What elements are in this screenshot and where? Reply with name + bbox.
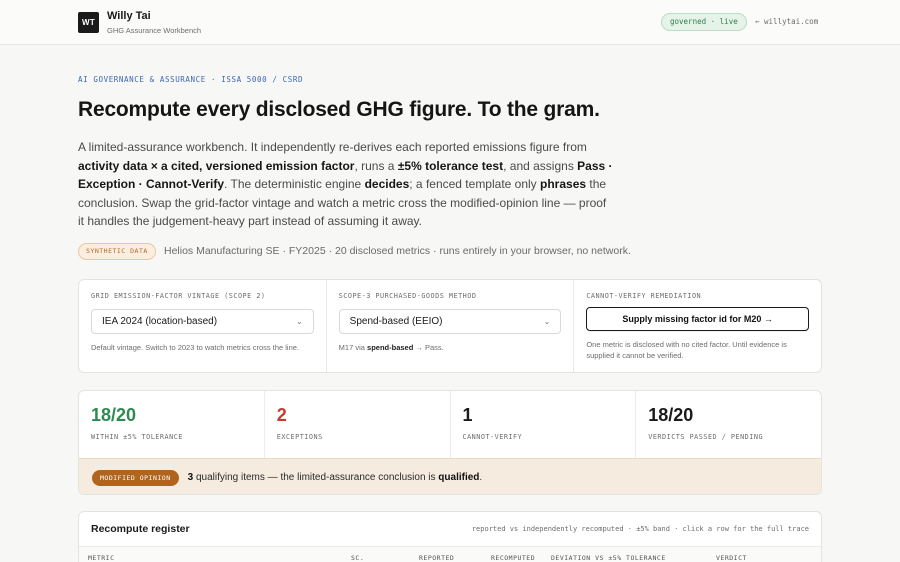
stats-panel: 18/20 WITHIN ±5% TOLERANCE 2 EXCEPTIONS … — [78, 390, 822, 495]
intro-segment: A limited-assurance workbench. It indepe… — [78, 140, 587, 154]
intro-segment: , and assigns — [503, 158, 578, 173]
intro-segment: decides — [364, 177, 410, 191]
opinion-text-end: . — [479, 472, 483, 483]
recompute-register: Recompute register reported vs independe… — [78, 511, 822, 562]
scope3-method-value: Spend-based (EEIO) — [349, 316, 443, 327]
intro-segment: activity data × a cited, versioned emiss… — [78, 158, 355, 173]
scope3-help-prefix: M17 via — [338, 343, 368, 352]
stat-label: VERDICTS PASSED / PENDING — [648, 433, 764, 441]
column-header-verdict[interactable]: VERDICT — [716, 554, 747, 562]
synthetic-data-badge: SYNTHETIC DATA — [78, 243, 156, 260]
register-title: Recompute register — [91, 523, 190, 535]
back-link[interactable]: ← willytai.com — [755, 17, 818, 26]
grid-factor-select[interactable]: IEA 2024 (location-based) ⌄ — [91, 309, 314, 334]
remediation-help: One metric is disclosed with no cited fa… — [586, 340, 787, 360]
stat-label: WITHIN ±5% TOLERANCE — [91, 433, 183, 441]
intro-segment: ; a fenced template only — [409, 177, 541, 191]
scope3-method-select[interactable]: Spend-based (EEIO) ⌄ — [338, 309, 562, 334]
remediation-control: CANNOT-VERIFY REMEDIATION Supply missing… — [574, 280, 821, 372]
remediation-label: CANNOT-VERIFY REMEDIATION — [586, 292, 702, 300]
intro-segment: ±5% tolerance test — [397, 158, 504, 173]
scope3-help-method: spend-based — [367, 343, 414, 352]
stat-label: CANNOT-VERIFY — [462, 433, 523, 441]
scope3-help-result: → Pass. — [413, 343, 444, 352]
intro-segment: , runs a — [354, 158, 398, 173]
opinion-text-mid: qualifying items — the limited-assurance… — [193, 472, 439, 483]
opinion-text: 3 qualifying items — the limited-assuran… — [188, 472, 483, 483]
grid-factor-control: GRID EMISSION-FACTOR VINTAGE (SCOPE 2) I… — [79, 280, 327, 372]
scope3-method-help: M17 via spend-based → Pass. — [339, 342, 562, 353]
column-header-scope[interactable]: SC. — [351, 554, 364, 562]
eyebrow: AI GOVERNANCE & ASSURANCE · ISSA 5000 / … — [78, 75, 304, 84]
stat-verdicts-passed: 18/20 VERDICTS PASSED / PENDING — [636, 391, 821, 458]
chevron-down-icon: ⌄ — [543, 317, 551, 326]
grid-factor-help: Default vintage. Switch to 2023 to watch… — [91, 343, 300, 352]
logo[interactable]: WT — [78, 12, 99, 33]
stat-within-tolerance: 18/20 WITHIN ±5% TOLERANCE — [79, 391, 265, 458]
stat-cannot-verify: 1 CANNOT-VERIFY — [451, 391, 637, 458]
page-title: Recompute every disclosed GHG figure. To… — [78, 98, 600, 121]
scope3-method-control: SCOPE-3 PURCHASED-GOODS METHOD Spend-bas… — [327, 280, 575, 372]
supply-factor-button[interactable]: Supply missing factor id for M20 → — [586, 307, 810, 331]
column-header-reported[interactable]: REPORTED — [419, 554, 454, 562]
brand-name: Willy Tai — [107, 10, 151, 22]
intro-segment: phrases — [540, 177, 587, 191]
column-header-metric[interactable]: METRIC — [88, 554, 114, 562]
stat-value: 2 — [276, 405, 287, 425]
controls-panel: GRID EMISSION-FACTOR VINTAGE (SCOPE 2) I… — [78, 279, 822, 373]
opinion-banner: MODIFIED OPINION 3 qualifying items — th… — [79, 459, 821, 494]
stat-value: 18/20 — [648, 405, 694, 425]
register-table-header: METRIC SC. REPORTED RECOMPUTED DEVIATION… — [79, 546, 821, 562]
column-header-recomputed[interactable]: RECOMPUTED — [491, 554, 535, 562]
status-badge: governed · live — [661, 13, 747, 31]
intro-paragraph: A limited-assurance workbench. It indepe… — [78, 138, 613, 231]
grid-factor-label: GRID EMISSION-FACTOR VINTAGE (SCOPE 2) — [91, 292, 266, 300]
modified-opinion-badge: MODIFIED OPINION — [92, 469, 179, 486]
top-bar: WT Willy Tai GHG Assurance Workbench gov… — [0, 0, 900, 45]
grid-factor-value: IEA 2024 (location-based) — [102, 316, 218, 327]
register-note: reported vs independently recomputed · ±… — [471, 525, 809, 533]
intro-segment: . The deterministic engine — [224, 177, 365, 191]
chevron-down-icon: ⌄ — [295, 317, 303, 326]
opinion-verdict: qualified — [438, 472, 480, 483]
stat-exceptions: 2 EXCEPTIONS — [265, 391, 451, 458]
brand-subtitle: GHG Assurance Workbench — [107, 26, 202, 35]
dataset-description: Helios Manufacturing SE · FY2025 · 20 di… — [164, 245, 631, 257]
stat-label: EXCEPTIONS — [276, 433, 323, 441]
scope3-method-label: SCOPE-3 PURCHASED-GOODS METHOD — [338, 292, 477, 300]
column-header-deviation[interactable]: DEVIATION VS ±5% TOLERANCE — [551, 554, 666, 562]
stat-value: 1 — [462, 405, 473, 425]
stat-value: 18/20 — [91, 405, 137, 425]
